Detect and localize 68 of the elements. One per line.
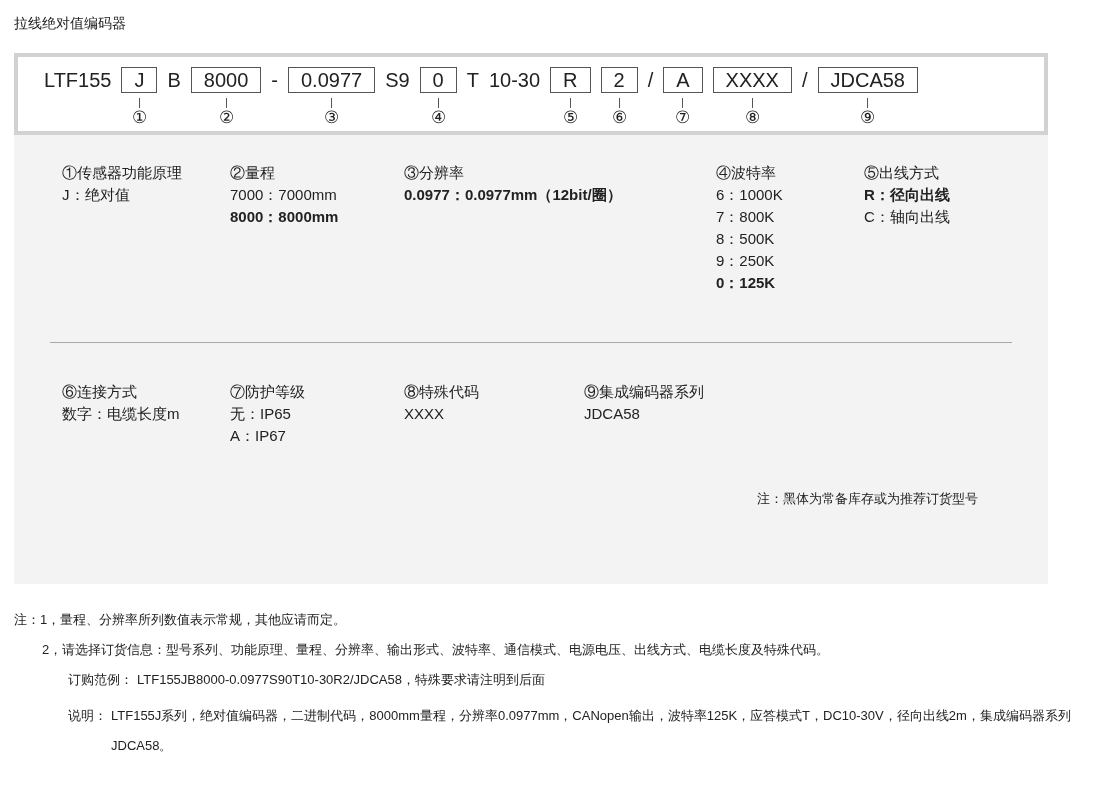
code-segment-box: XXXX <box>712 67 792 93</box>
spec-heading: ⑦防护等级 <box>230 382 306 402</box>
segment-marker: ③ <box>324 108 340 128</box>
connector-line <box>569 98 571 108</box>
segment-marker: ④ <box>430 108 446 128</box>
spec-option: A：IP67 <box>230 425 404 447</box>
code-text: 10-30 <box>488 68 541 93</box>
segment-marker: ② <box>218 108 234 128</box>
connector-line <box>331 98 333 108</box>
legend-note: 注：黑体为常备库存或为推荐订货型号 <box>757 490 978 508</box>
spec-option: JDCA58 <box>584 403 784 425</box>
note-text: LTF155J系列，绝对值编码器，二进制代码，8000mm量程，分辨率0.0977mm，CANopen输出，波特率125K，应答模式T，DC10-30V，径向出线2m，集成编码器系列JDCA58。 <box>111 707 1072 755</box>
code-segment-box: 2 <box>600 67 638 93</box>
spec-heading: ②量程 <box>230 163 276 183</box>
spec-heading: ⑨集成编码器系列 <box>584 382 705 402</box>
note-label: 订购范例： <box>68 671 134 689</box>
connector-line <box>138 98 140 108</box>
spec-heading: ④波特率 <box>716 163 777 183</box>
spec-option: 8000：8000mm <box>230 206 404 228</box>
segment-marker: ⑦ <box>675 108 691 128</box>
spec-heading: ⑧特殊代码 <box>404 382 480 402</box>
spec-option: 0.0977：0.0977mm（12bit/圈） <box>404 184 716 206</box>
code-segment-box: 0.0977 <box>287 67 376 93</box>
spec-option: XXXX <box>404 403 584 425</box>
spec-option: 6：1000K <box>716 184 864 206</box>
segment-marker: ⑧ <box>744 108 760 128</box>
spec-option: 7：800K <box>716 206 864 228</box>
spec-option: R：径向出线 <box>864 184 1014 206</box>
spec-option: 8：500K <box>716 228 864 250</box>
connector-line <box>751 98 753 108</box>
spec-option: 0：125K <box>716 272 864 294</box>
code-segment-box: J <box>121 67 158 93</box>
code-text: / <box>647 68 654 93</box>
spec-option: 数字：电缆长度m <box>62 403 230 425</box>
code-text: S9 <box>385 68 410 93</box>
page-title: 拉线绝对值编码器 <box>14 14 127 33</box>
note-text: LTF155JB8000-0.0977S90T10-30R2/JDCA58，特殊要求请注明到后面 <box>137 671 545 689</box>
segment-marker: ① <box>131 108 147 128</box>
code-segment-box: A <box>663 67 703 93</box>
code-text: B <box>167 68 181 93</box>
code-text: - <box>271 68 278 93</box>
connector-line <box>437 98 439 108</box>
note-label: 说明： <box>68 707 108 725</box>
connector-line <box>682 98 684 108</box>
connector-line <box>867 98 869 108</box>
code-segment-box: 0 <box>419 67 457 93</box>
spec-heading: ⑥连接方式 <box>62 382 138 402</box>
note-text: 2，请选择订货信息：型号系列、功能原理、量程、分辨率、输出形式、波特率、通信模式、电源电压、出线方式、电缆长度及特殊代码。 <box>41 641 831 659</box>
code-segment-box: 8000 <box>190 67 262 93</box>
code-text: / <box>801 68 808 93</box>
spec-option: 7000：7000mm <box>230 184 404 206</box>
segment-marker: ⑨ <box>860 108 876 128</box>
code-text: T <box>466 68 479 93</box>
code-segment-box: R <box>550 67 591 93</box>
spec-option: J：绝对值 <box>62 184 230 206</box>
spec-heading: ③分辨率 <box>404 163 465 183</box>
spec-option: 无：IP65 <box>230 403 404 425</box>
spec-heading: ①传感器功能原理 <box>62 163 183 183</box>
note-text: 注：1，量程、分辨率所列数值表示常规，其他应请而定。 <box>13 611 348 629</box>
segment-marker: ⑥ <box>611 108 627 128</box>
segment-marker: ⑤ <box>562 108 578 128</box>
code-text: LTF155 <box>44 68 112 93</box>
code-segment-box: JDCA58 <box>817 67 918 93</box>
connector-line <box>618 98 620 108</box>
spec-heading: ⑤出线方式 <box>864 163 940 183</box>
spec-option: C：轴向出线 <box>864 206 1014 228</box>
spec-option: 9：250K <box>716 250 864 272</box>
connector-line <box>225 98 227 108</box>
